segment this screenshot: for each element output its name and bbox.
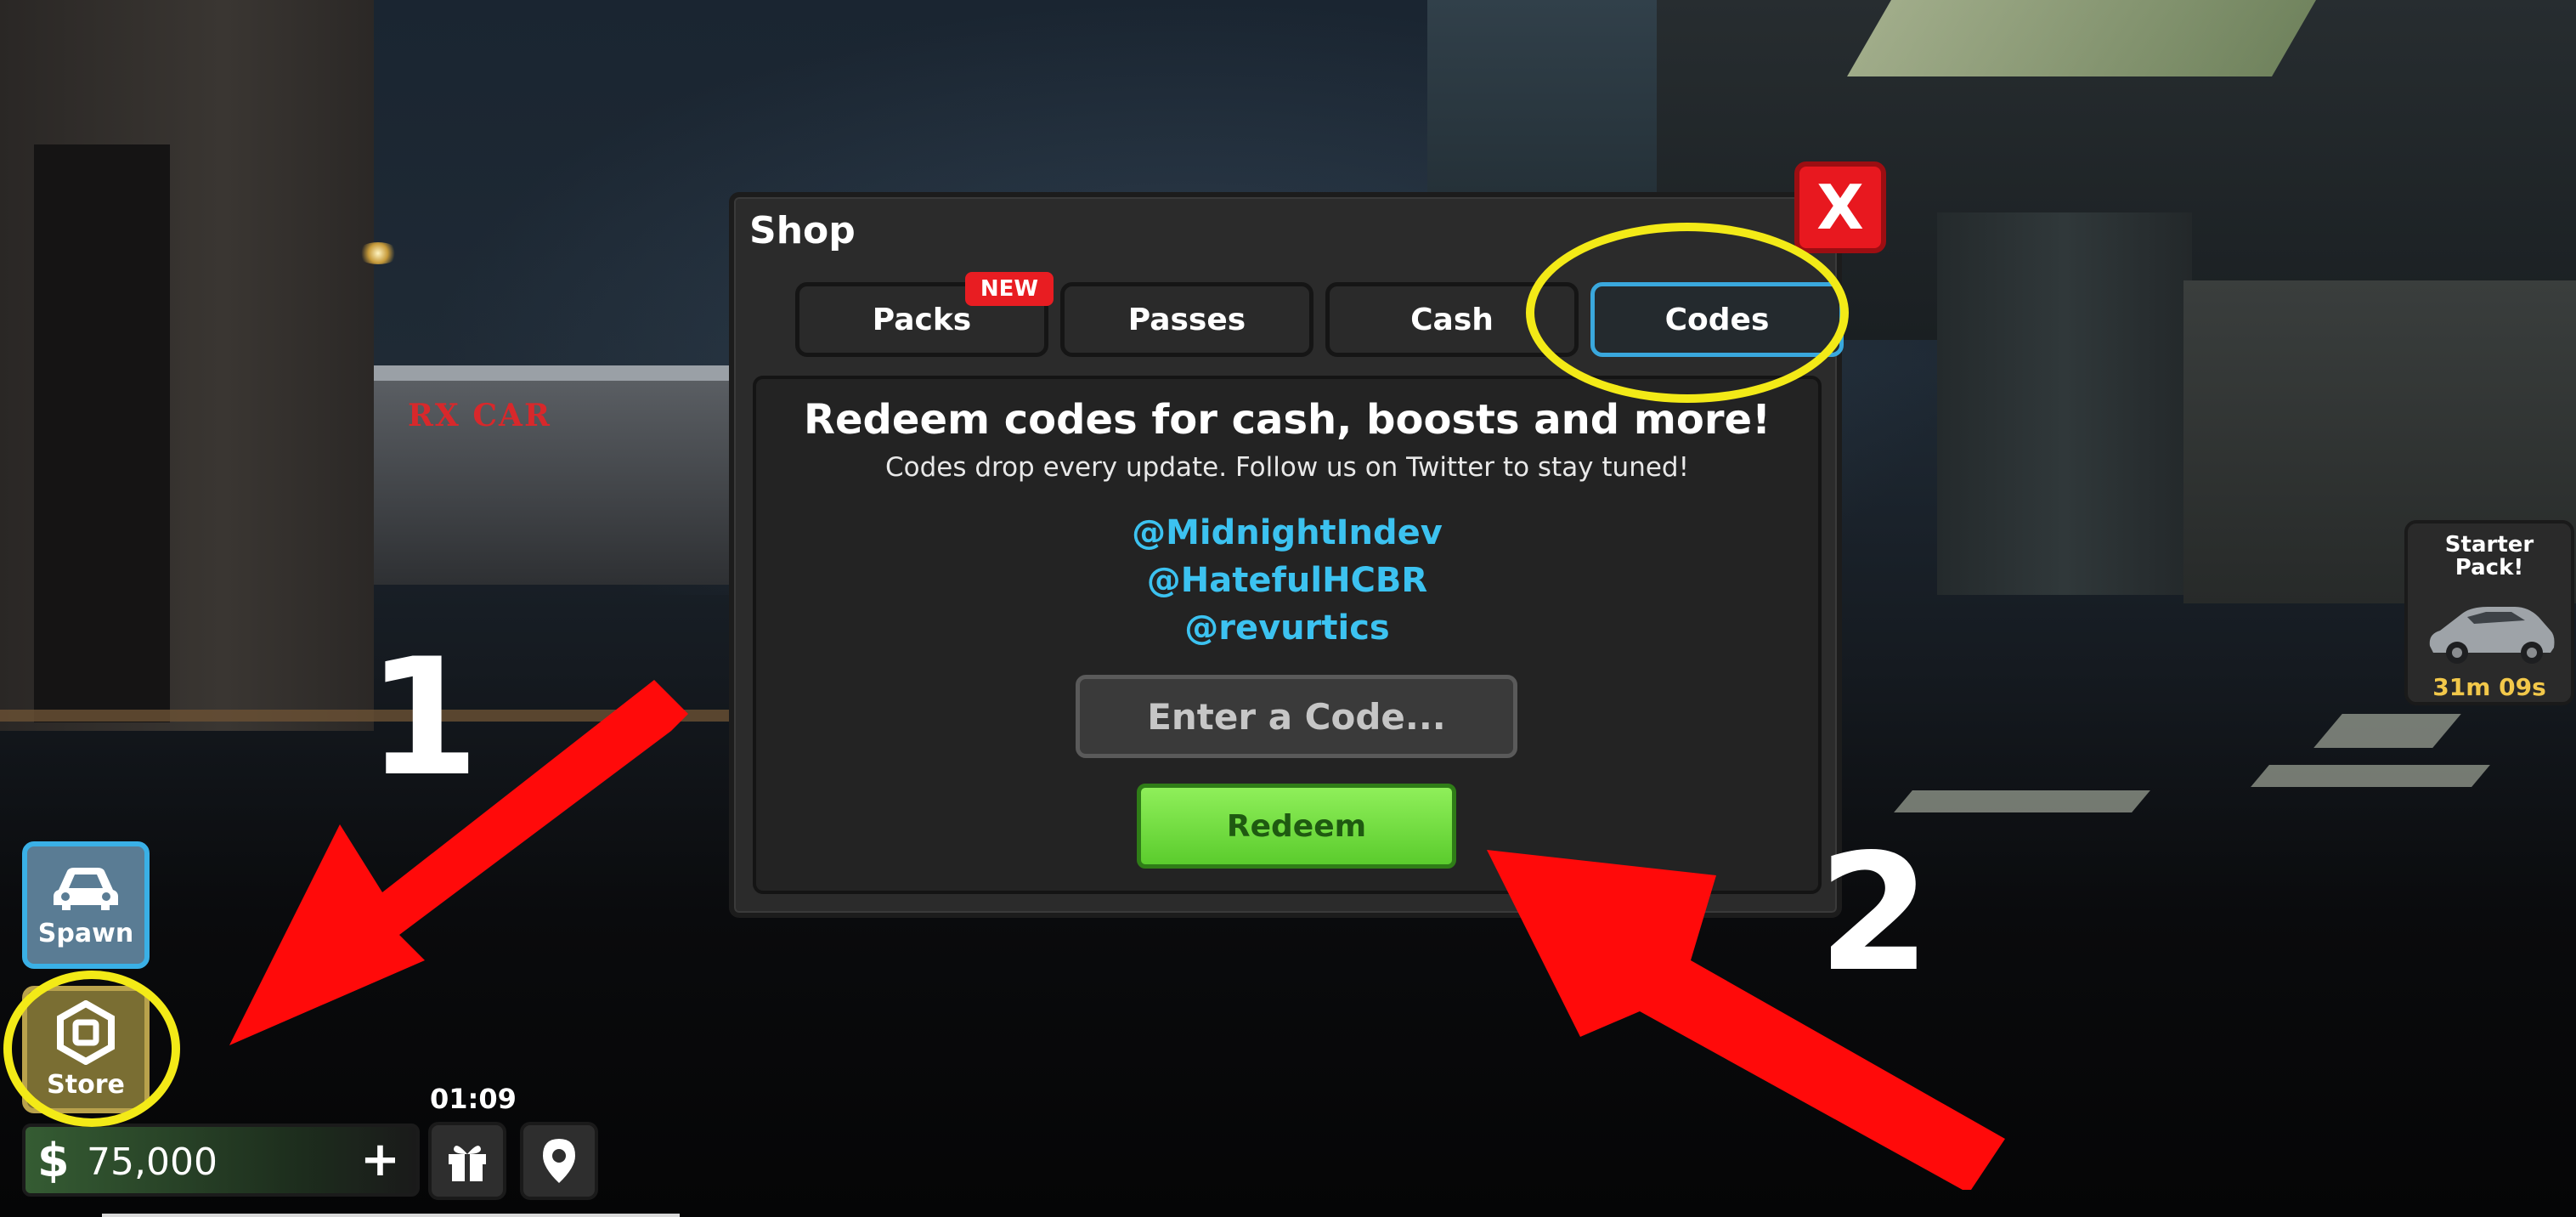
dollar-icon: $ — [37, 1134, 70, 1187]
starter-pack-timer: 31m 09s — [2432, 673, 2546, 701]
close-icon: X — [1816, 172, 1864, 243]
codes-subline: Codes drop every update. Follow us on Tw… — [884, 452, 1690, 483]
dealership-sign: RX CAR — [408, 398, 551, 433]
overpass-pillar — [1937, 212, 2192, 595]
code-input[interactable] — [1076, 675, 1517, 758]
codes-panel: Redeem codes for cash, boosts and more! … — [753, 376, 1822, 894]
starter-pack-title: Starter Pack! — [2444, 532, 2534, 581]
arrow-to-store — [229, 680, 688, 1045]
map-button[interactable] — [520, 1122, 598, 1200]
tab-label: Cash — [1410, 302, 1494, 337]
close-button[interactable]: X — [1794, 161, 1886, 253]
add-cash-button[interactable]: + — [360, 1132, 400, 1187]
map-pin-icon — [543, 1139, 575, 1183]
bottom-strip — [102, 1214, 680, 1217]
tab-label: Packs — [872, 302, 972, 337]
parking-line — [1894, 790, 2150, 812]
new-badge: NEW — [965, 272, 1054, 306]
store-highlight — [3, 971, 180, 1127]
car-icon — [54, 867, 118, 910]
gift-timer: 01:09 — [430, 1083, 517, 1115]
redeem-label: Redeem — [1226, 808, 1367, 844]
redeem-button[interactable]: Redeem — [1137, 784, 1456, 869]
starter-pack-button[interactable]: Starter Pack! 31m 09s — [2404, 520, 2574, 705]
twitter-handle: @revurtics — [1184, 608, 1390, 648]
parking-line — [2313, 714, 2461, 748]
car-image — [2429, 607, 2555, 664]
codes-headline: Redeem codes for cash, boosts and more! — [804, 396, 1771, 444]
twitter-handle: @MidnightIndev — [1132, 513, 1443, 552]
twitter-handle: @HatefulHCBR — [1146, 561, 1428, 600]
spawn-button[interactable]: Spawn — [22, 841, 150, 969]
cash-display: $ 75,000 + — [22, 1124, 420, 1197]
cash-amount: 75,000 — [87, 1141, 217, 1184]
tab-passes[interactable]: Passes — [1060, 282, 1313, 357]
tab-label: Passes — [1127, 302, 1246, 337]
spawn-label: Spawn — [37, 918, 134, 948]
parking-line — [2251, 765, 2490, 787]
gift-button[interactable] — [428, 1122, 506, 1200]
street-lamp — [357, 242, 399, 264]
gift-icon — [449, 1146, 486, 1181]
codes-tab-highlight — [1526, 223, 1849, 403]
left-building — [0, 0, 374, 731]
overpass-light-beam — [1847, 0, 2316, 76]
shop-title: Shop — [749, 209, 856, 252]
arrow-to-redeem — [1487, 850, 2005, 1190]
